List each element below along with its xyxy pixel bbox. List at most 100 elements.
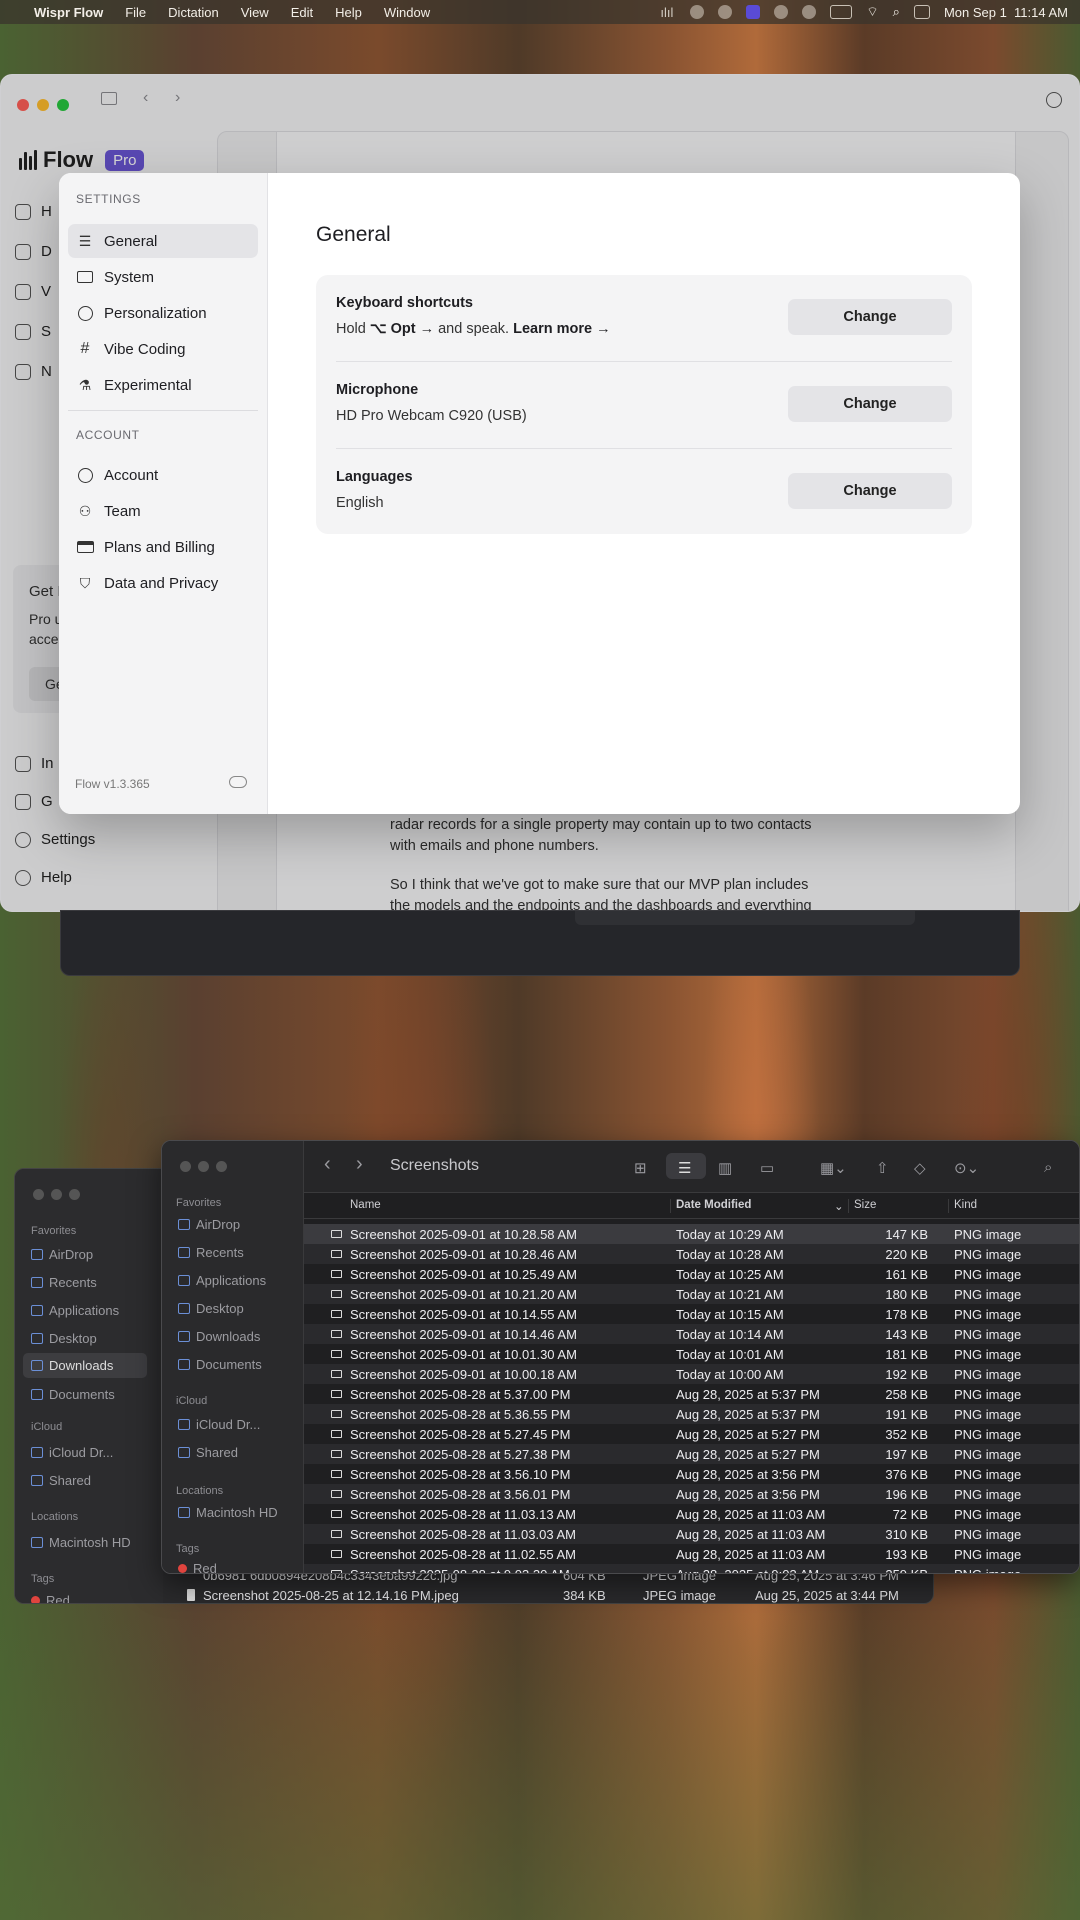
- settings-nav-team[interactable]: ⚇ Team: [68, 494, 258, 528]
- close-window-button[interactable]: [180, 1161, 191, 1172]
- status-icon-1[interactable]: [690, 5, 705, 19]
- keyboard-shortcuts-value: Hold ⌥ Opt → and speak. Learn more →: [336, 321, 611, 337]
- column-date-modified[interactable]: Date Modified: [676, 1199, 751, 1211]
- list-item[interactable]: Screenshot 2025-08-25 at 12.14.16 PM.jpe…: [163, 1585, 933, 1603]
- sidebar-tag-red[interactable]: Red: [178, 1561, 217, 1573]
- table-row[interactable]: Screenshot 2025-08-28 at 3.56.10 PM Aug 2…: [304, 1464, 1079, 1484]
- zoom-window-button[interactable]: [69, 1189, 80, 1200]
- sidebar-airdrop[interactable]: AirDrop: [178, 1217, 240, 1232]
- table-row[interactable]: Screenshot 2025-09-01 at 10.25.49 AM Toda…: [304, 1264, 1079, 1284]
- menu-edit[interactable]: Edit: [291, 5, 313, 20]
- table-row[interactable]: Screenshot 2025-09-01 at 10.00.18 AM Toda…: [304, 1364, 1079, 1384]
- learn-more-link[interactable]: Learn more →: [513, 321, 611, 337]
- change-microphone-button[interactable]: Change: [788, 386, 952, 422]
- sidebar-downloads[interactable]: Downloads: [178, 1329, 260, 1344]
- table-row[interactable]: Screenshot 2025-08-28 at 5.36.55 PM Aug 2…: [304, 1404, 1079, 1424]
- table-row[interactable]: Screenshot 2025-08-28 at 11.03.13 AM Aug …: [304, 1504, 1079, 1524]
- table-row[interactable]: Screenshot 2025-08-28 at 3.56.01 PM Aug 2…: [304, 1484, 1079, 1504]
- sidebar-applications[interactable]: Applications: [178, 1273, 266, 1288]
- table-row[interactable]: Screenshot 2025-09-01 at 10.21.20 AM Toda…: [304, 1284, 1079, 1304]
- png-file-icon: [331, 1230, 342, 1238]
- change-languages-button[interactable]: Change: [788, 473, 952, 509]
- settings-nav-plans-billing[interactable]: Plans and Billing: [68, 530, 258, 564]
- menu-file[interactable]: File: [125, 5, 146, 20]
- close-window-button[interactable]: [33, 1189, 44, 1200]
- zoom-window-button[interactable]: [216, 1161, 227, 1172]
- settings-nav-personalization[interactable]: Personalization: [68, 296, 258, 330]
- sidebar-downloads[interactable]: Downloads: [23, 1353, 147, 1378]
- tag-icon[interactable]: ◇: [914, 1159, 926, 1177]
- table-row[interactable]: Screenshot 2025-09-01 at 10.28.58 AM Toda…: [304, 1224, 1079, 1244]
- settings-nav-general[interactable]: ☰ General: [68, 224, 258, 258]
- sidebar-macintosh-hd[interactable]: Macintosh HD: [31, 1535, 131, 1550]
- menu-view[interactable]: View: [241, 5, 269, 20]
- sidebar-desktop[interactable]: Desktop: [31, 1331, 97, 1346]
- table-row[interactable]: Screenshot 2025-08-28 at 11.02.55 AM Aug …: [304, 1544, 1079, 1564]
- wifi-icon[interactable]: ⌔: [866, 4, 878, 20]
- share-icon[interactable]: ⇧: [876, 1159, 889, 1177]
- file-size: 191 KB: [885, 1407, 928, 1422]
- settings-nav-system[interactable]: System: [68, 260, 258, 294]
- microphone-value: HD Pro Webcam C920 (USB): [336, 408, 527, 424]
- sidebar-documents[interactable]: Documents: [31, 1387, 115, 1402]
- minimize-window-button[interactable]: [51, 1189, 62, 1200]
- menu-app-name[interactable]: Wispr Flow: [34, 5, 103, 20]
- status-icon-4[interactable]: [802, 5, 817, 19]
- table-row[interactable]: Screenshot 2025-09-01 at 10.01.30 AM Toda…: [304, 1344, 1079, 1364]
- forward-icon[interactable]: ›: [356, 1153, 363, 1176]
- zoom-icon[interactable]: [746, 5, 761, 19]
- sidebar-documents[interactable]: Documents: [178, 1357, 262, 1372]
- users-icon: ⚇: [78, 502, 92, 519]
- gallery-view-icon[interactable]: ▭: [760, 1159, 774, 1177]
- cloud-icon[interactable]: [229, 776, 247, 788]
- column-name[interactable]: Name: [350, 1199, 381, 1211]
- settings-nav-vibe-coding[interactable]: # Vibe Coding: [68, 332, 258, 366]
- sidebar-icloud-drive[interactable]: iCloud Dr...: [178, 1417, 260, 1432]
- sidebar-icloud-drive[interactable]: iCloud Dr...: [31, 1445, 113, 1460]
- sidebar-desktop[interactable]: Desktop: [178, 1301, 244, 1316]
- spotlight-icon[interactable]: ⌕: [893, 4, 900, 20]
- table-row[interactable]: Screenshot 2025-08-28 at 5.27.45 PM Aug 2…: [304, 1424, 1079, 1444]
- column-kind[interactable]: Kind: [954, 1199, 977, 1211]
- table-row[interactable]: Screenshot 2025-09-01 at 10.14.55 AM Toda…: [304, 1304, 1079, 1324]
- table-row[interactable]: Screenshot 2025-08-28 at 9.03.20 AM Aug 2…: [304, 1564, 1079, 1573]
- languages-label: Languages: [336, 469, 413, 485]
- status-icon-3[interactable]: [774, 5, 789, 19]
- sidebar-airdrop[interactable]: AirDrop: [31, 1247, 93, 1262]
- menu-dictation[interactable]: Dictation: [168, 5, 219, 20]
- icon-view-icon[interactable]: ⊞: [634, 1159, 647, 1177]
- settings-nav-experimental[interactable]: ⚗ Experimental: [68, 368, 258, 402]
- minimize-window-button[interactable]: [198, 1161, 209, 1172]
- settings-nav-data-privacy[interactable]: ⛉ Data and Privacy: [68, 566, 258, 600]
- sidebar-shared[interactable]: Shared: [31, 1473, 91, 1488]
- table-row[interactable]: Screenshot 2025-08-28 at 5.37.00 PM Aug 2…: [304, 1384, 1079, 1404]
- file-size: 180 KB: [885, 1287, 928, 1302]
- change-shortcut-button[interactable]: Change: [788, 299, 952, 335]
- settings-nav-account[interactable]: Account: [68, 458, 258, 492]
- table-row[interactable]: Screenshot 2025-08-28 at 11.03.03 AM Aug …: [304, 1524, 1079, 1544]
- sidebar-shared[interactable]: Shared: [178, 1445, 238, 1460]
- column-size[interactable]: Size: [854, 1199, 876, 1211]
- control-center-icon[interactable]: [913, 5, 930, 19]
- sidebar-applications[interactable]: Applications: [31, 1303, 119, 1318]
- flow-status-icon[interactable]: ılıl: [660, 5, 676, 20]
- menu-window[interactable]: Window: [384, 5, 430, 20]
- sidebar-macintosh-hd[interactable]: Macintosh HD: [178, 1505, 278, 1520]
- sidebar-recents[interactable]: Recents: [31, 1275, 97, 1290]
- column-view-icon[interactable]: ▥: [718, 1159, 732, 1177]
- table-row[interactable]: Screenshot 2025-09-01 at 10.14.46 AM Toda…: [304, 1324, 1079, 1344]
- menu-help[interactable]: Help: [335, 5, 362, 20]
- file-date: Aug 28, 2025 at 11:03 AM: [676, 1527, 826, 1542]
- search-icon[interactable]: ⌕: [1044, 1159, 1052, 1176]
- status-icon-2[interactable]: [718, 5, 733, 19]
- battery-icon[interactable]: [830, 5, 853, 19]
- back-icon[interactable]: ‹: [324, 1153, 331, 1176]
- group-icon[interactable]: ▦⌄: [820, 1159, 847, 1177]
- more-actions-icon[interactable]: ⊙⌄: [954, 1159, 979, 1177]
- menu-datetime[interactable]: Mon Sep 1 11:14 AM: [944, 5, 1068, 20]
- sidebar-tag-red[interactable]: Red: [31, 1593, 70, 1603]
- sidebar-recents[interactable]: Recents: [178, 1245, 244, 1260]
- sort-chevron-icon[interactable]: ⌄: [834, 1199, 844, 1213]
- table-row[interactable]: Screenshot 2025-09-01 at 10.28.46 AM Toda…: [304, 1244, 1079, 1264]
- table-row[interactable]: Screenshot 2025-08-28 at 5.27.38 PM Aug 2…: [304, 1444, 1079, 1464]
